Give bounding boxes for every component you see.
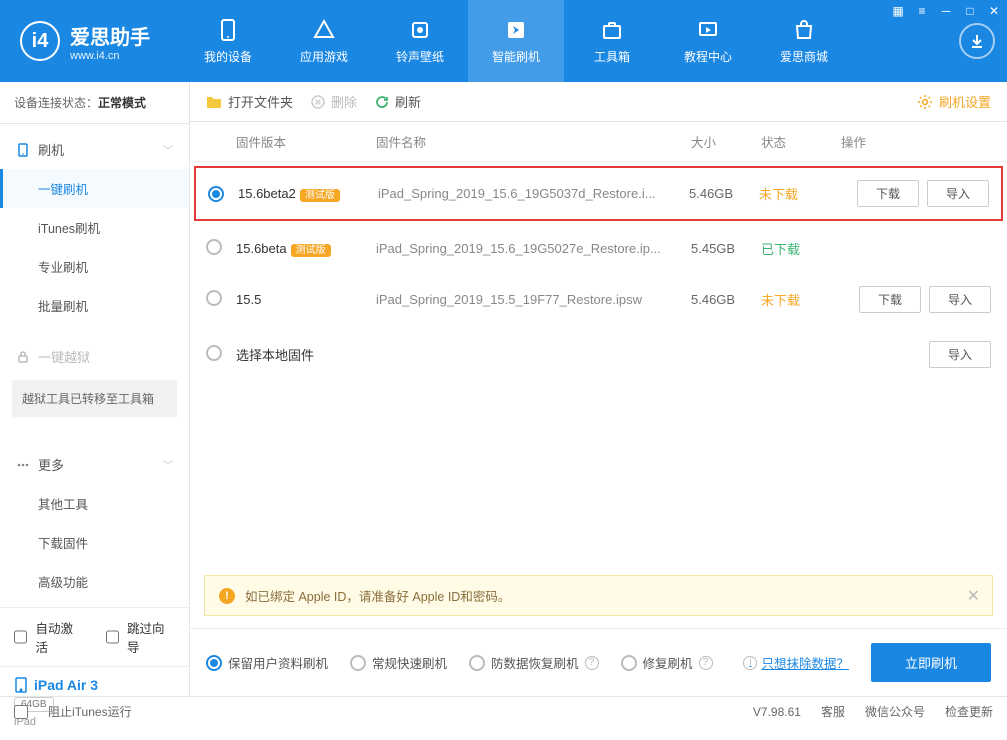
refresh-button[interactable]: 刷新 bbox=[375, 92, 421, 111]
warning-icon: ! bbox=[219, 588, 235, 604]
import-button[interactable]: 导入 bbox=[929, 286, 991, 313]
flash-option-2[interactable]: 防数据恢复刷机 ? bbox=[469, 653, 599, 672]
tutorial-icon bbox=[696, 18, 720, 42]
flash-settings-button[interactable]: 刷机设置 bbox=[917, 92, 991, 111]
status-text: 已下载 bbox=[761, 242, 800, 257]
jailbreak-note: 越狱工具已转移至工具箱 bbox=[12, 380, 177, 417]
flash-options: 保留用户资料刷机常规快速刷机防数据恢复刷机 ?修复刷机 ? i 只想抹除数据？ … bbox=[190, 628, 1007, 696]
status-text: 未下载 bbox=[759, 187, 798, 202]
status-text: 未下载 bbox=[761, 293, 800, 308]
window-controls: ▦ ≡ ─ □ ✕ bbox=[891, 4, 1001, 18]
firmware-name: iPad_Spring_2019_15.6_19G5037d_Restore.i… bbox=[378, 186, 689, 201]
import-button[interactable]: 导入 bbox=[927, 180, 989, 207]
radio-button[interactable] bbox=[206, 290, 222, 306]
nav-tab-store[interactable]: 爱思商城 bbox=[756, 0, 852, 82]
logo: i4 爱思助手 www.i4.cn bbox=[0, 21, 170, 62]
nav-tab-device[interactable]: 我的设备 bbox=[180, 0, 276, 82]
app-domain: www.i4.cn bbox=[70, 50, 150, 62]
import-button[interactable]: 导入 bbox=[929, 341, 991, 368]
app-name: 爱思助手 bbox=[70, 21, 150, 50]
download-button[interactable]: 下载 bbox=[859, 286, 921, 313]
sidebar-item-flash-0[interactable]: 一键刷机 bbox=[0, 169, 189, 208]
sidebar-item-more-2[interactable]: 高级功能 bbox=[0, 562, 189, 601]
win-close-icon[interactable]: ✕ bbox=[987, 4, 1001, 18]
sidebar-heading-jailbreak[interactable]: 一键越狱 bbox=[0, 337, 189, 376]
footer-link-wechat[interactable]: 微信公众号 bbox=[865, 703, 925, 720]
sidebar-item-flash-1[interactable]: iTunes刷机 bbox=[0, 208, 189, 247]
auto-activate-checkbox[interactable] bbox=[14, 630, 27, 644]
radio-button[interactable] bbox=[206, 239, 222, 255]
beta-badge: 测试版 bbox=[291, 244, 331, 257]
radio-button[interactable] bbox=[206, 345, 222, 361]
beta-badge: 测试版 bbox=[300, 189, 340, 202]
chevron-down-icon: ﹀ bbox=[163, 142, 173, 157]
flash-option-3[interactable]: 修复刷机 ? bbox=[621, 653, 713, 672]
radio-button[interactable] bbox=[206, 655, 222, 671]
footer-link-support[interactable]: 客服 bbox=[821, 703, 845, 720]
help-icon[interactable]: ? bbox=[699, 656, 713, 670]
nav-tab-apps[interactable]: 应用游戏 bbox=[276, 0, 372, 82]
table-row[interactable]: 15.6beta2测试版iPad_Spring_2019_15.6_19G503… bbox=[194, 166, 1003, 221]
skip-guide-checkbox[interactable] bbox=[106, 630, 119, 644]
download-icon[interactable] bbox=[959, 23, 995, 59]
open-folder-button[interactable]: 打开文件夹 bbox=[206, 92, 293, 111]
radio-button[interactable] bbox=[469, 655, 485, 671]
radio-button[interactable] bbox=[621, 655, 637, 671]
firmware-name: iPad_Spring_2019_15.5_19F77_Restore.ipsw bbox=[376, 292, 691, 307]
app-version: V7.98.61 bbox=[753, 705, 801, 719]
connection-status: 设备连接状态：正常模式 bbox=[0, 82, 189, 124]
toolbar: 打开文件夹 删除 刷新 刷机设置 bbox=[190, 82, 1007, 122]
win-menu-icon[interactable]: ≡ bbox=[915, 4, 929, 18]
firmware-name: iPad_Spring_2019_15.6_19G5027e_Restore.i… bbox=[376, 241, 691, 256]
app-header: ▦ ≡ ─ □ ✕ i4 爱思助手 www.i4.cn 我的设备应用游戏铃声壁纸… bbox=[0, 0, 1007, 82]
table-header: 固件版本 固件名称 大小 状态 操作 bbox=[190, 122, 1007, 162]
alert-bar: ! 如已绑定 Apple ID，请准备好 Apple ID和密码。 ✕ bbox=[204, 575, 993, 616]
radio-button[interactable] bbox=[208, 186, 224, 202]
erase-data-link[interactable]: i 只想抹除数据？ bbox=[743, 653, 849, 672]
sidebar: 设备连接状态：正常模式 刷机 ﹀ 一键刷机iTunes刷机专业刷机批量刷机 一键… bbox=[0, 82, 190, 696]
logo-icon: i4 bbox=[20, 21, 60, 61]
block-itunes-checkbox[interactable] bbox=[14, 705, 28, 719]
table-row[interactable]: 选择本地固件导入 bbox=[190, 327, 1007, 382]
nav-tab-tutorial[interactable]: 教程中心 bbox=[660, 0, 756, 82]
win-minimize-icon[interactable]: ─ bbox=[939, 4, 953, 18]
apps-icon bbox=[312, 18, 336, 42]
sidebar-heading-flash[interactable]: 刷机 ﹀ bbox=[0, 130, 189, 169]
sidebar-item-flash-2[interactable]: 专业刷机 bbox=[0, 247, 189, 286]
footer-link-update[interactable]: 检查更新 bbox=[945, 703, 993, 720]
nav-tab-ringtone[interactable]: 铃声壁纸 bbox=[372, 0, 468, 82]
ringtone-icon bbox=[408, 18, 432, 42]
sidebar-heading-more[interactable]: 更多 ﹀ bbox=[0, 445, 189, 484]
store-icon bbox=[792, 18, 816, 42]
start-flash-button[interactable]: 立即刷机 bbox=[871, 643, 991, 682]
auto-activate-row: 自动激活 跳过向导 bbox=[0, 607, 189, 666]
flash-option-1[interactable]: 常规快速刷机 bbox=[350, 653, 447, 672]
delete-button[interactable]: 删除 bbox=[311, 92, 357, 111]
table-row[interactable]: 15.6beta测试版iPad_Spring_2019_15.6_19G5027… bbox=[190, 225, 1007, 272]
nav-tab-toolbox[interactable]: 工具箱 bbox=[564, 0, 660, 82]
win-grid-icon[interactable]: ▦ bbox=[891, 4, 905, 18]
sidebar-item-flash-3[interactable]: 批量刷机 bbox=[0, 286, 189, 325]
win-maximize-icon[interactable]: □ bbox=[963, 4, 977, 18]
help-icon[interactable]: ? bbox=[585, 656, 599, 670]
main-content: 打开文件夹 删除 刷新 刷机设置 固件版本 固件名称 大小 状态 操作 15.6… bbox=[190, 82, 1007, 696]
sidebar-item-more-0[interactable]: 其他工具 bbox=[0, 484, 189, 523]
nav-tab-flash[interactable]: 智能刷机 bbox=[468, 0, 564, 82]
info-icon: i bbox=[743, 656, 757, 670]
table-row[interactable]: 15.5iPad_Spring_2019_15.5_19F77_Restore.… bbox=[190, 272, 1007, 327]
sidebar-item-more-1[interactable]: 下载固件 bbox=[0, 523, 189, 562]
close-icon[interactable]: ✕ bbox=[967, 586, 980, 606]
flash-option-0[interactable]: 保留用户资料刷机 bbox=[206, 653, 328, 672]
flash-icon bbox=[504, 18, 528, 42]
toolbox-icon bbox=[600, 18, 624, 42]
radio-button[interactable] bbox=[350, 655, 366, 671]
chevron-down-icon: ﹀ bbox=[163, 457, 173, 472]
download-button[interactable]: 下载 bbox=[857, 180, 919, 207]
device-icon bbox=[216, 18, 240, 42]
